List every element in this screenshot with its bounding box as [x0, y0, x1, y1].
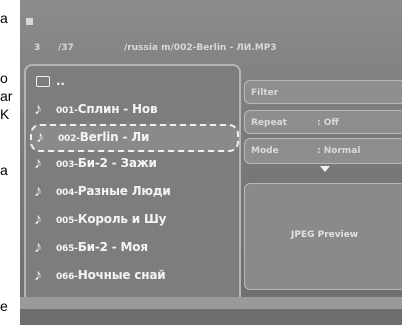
media-player-screen: 3 /37 /russia m/002-Berlin - ЛИ.MP3 .. ♪…	[20, 0, 402, 325]
list-item[interactable]: ♪ 066-Ночные снай	[30, 264, 235, 288]
track-number: 005-	[56, 216, 78, 226]
list-item-label: Би-2 - Моя	[77, 240, 148, 254]
folder-up-icon	[36, 76, 50, 87]
mode-label: Mode	[251, 146, 279, 156]
list-item-label: Разные Люди	[77, 184, 171, 198]
left-strip-text: a	[0, 10, 8, 26]
track-number: 003-	[56, 160, 78, 170]
list-item[interactable]: ♪ 005-Король и Шу	[30, 208, 235, 232]
music-note-icon: ♪	[34, 155, 42, 172]
left-edge-strip: a o ar K a e	[0, 0, 20, 325]
track-number: 002-	[58, 134, 80, 144]
repeat-label: Repeat	[251, 118, 287, 128]
track-number: 066-	[56, 272, 78, 282]
track-number: 004-	[56, 188, 78, 198]
list-item-selected[interactable]: ♪ 002-Berlin - Ли	[30, 124, 239, 152]
track-number: 001-	[56, 106, 78, 116]
file-list[interactable]: .. ♪ 001-Сплин - Нов ♪ 002-Berlin - Ли ♪…	[24, 64, 241, 308]
current-file-path: /russia m/002-Berlin - ЛИ.MP3	[124, 43, 277, 53]
list-item[interactable]: ♪ 003-Би-2 - Зажи	[30, 152, 235, 176]
left-strip-text: K	[0, 106, 10, 122]
list-item[interactable]: ♪ 004-Разные Люди	[30, 180, 235, 204]
list-item-label: ..	[56, 74, 65, 88]
list-item-label: Ночные снай	[77, 268, 166, 282]
chevron-down-icon[interactable]	[320, 166, 330, 172]
list-item-label: Berlin - Ли	[79, 130, 150, 144]
preview-label: JPEG Preview	[291, 230, 359, 240]
left-strip-text: e	[0, 298, 8, 314]
music-note-icon: ♪	[34, 239, 42, 256]
repeat-option[interactable]: Repeat : Off	[244, 110, 402, 134]
left-strip-text: o	[0, 70, 8, 86]
bottom-bar	[20, 297, 402, 309]
list-item-label: Сплин - Нов	[77, 102, 158, 116]
music-note-icon: ♪	[34, 183, 42, 200]
jpeg-preview-pane: JPEG Preview	[244, 183, 402, 290]
music-note-icon: ♪	[34, 211, 42, 228]
list-item-label: Король и Шу	[77, 212, 167, 226]
track-number: 065-	[56, 244, 78, 254]
filter-option[interactable]: Filter	[244, 80, 402, 104]
filter-label: Filter	[251, 88, 279, 98]
list-item-parent-folder[interactable]: ..	[30, 70, 235, 94]
list-item[interactable]: ♪ 001-Сплин - Нов	[30, 98, 235, 122]
track-index: 3	[34, 43, 41, 53]
track-total: /37	[58, 43, 74, 53]
music-note-icon: ♪	[34, 267, 42, 284]
list-item-label: Би-2 - Зажи	[77, 156, 157, 170]
left-strip-text: ar	[0, 88, 13, 104]
music-note-icon: ♪	[36, 129, 44, 146]
list-item[interactable]: ♪ 065-Би-2 - Моя	[30, 236, 235, 260]
mode-value: : Normal	[317, 146, 361, 156]
status-header: 3 /37 /russia m/002-Berlin - ЛИ.MP3	[20, 38, 402, 58]
left-strip-text: a	[0, 162, 8, 178]
mode-option[interactable]: Mode : Normal	[244, 138, 402, 164]
corner-marker-icon	[26, 18, 33, 25]
repeat-value: : Off	[317, 118, 339, 128]
music-note-icon: ♪	[34, 101, 42, 118]
